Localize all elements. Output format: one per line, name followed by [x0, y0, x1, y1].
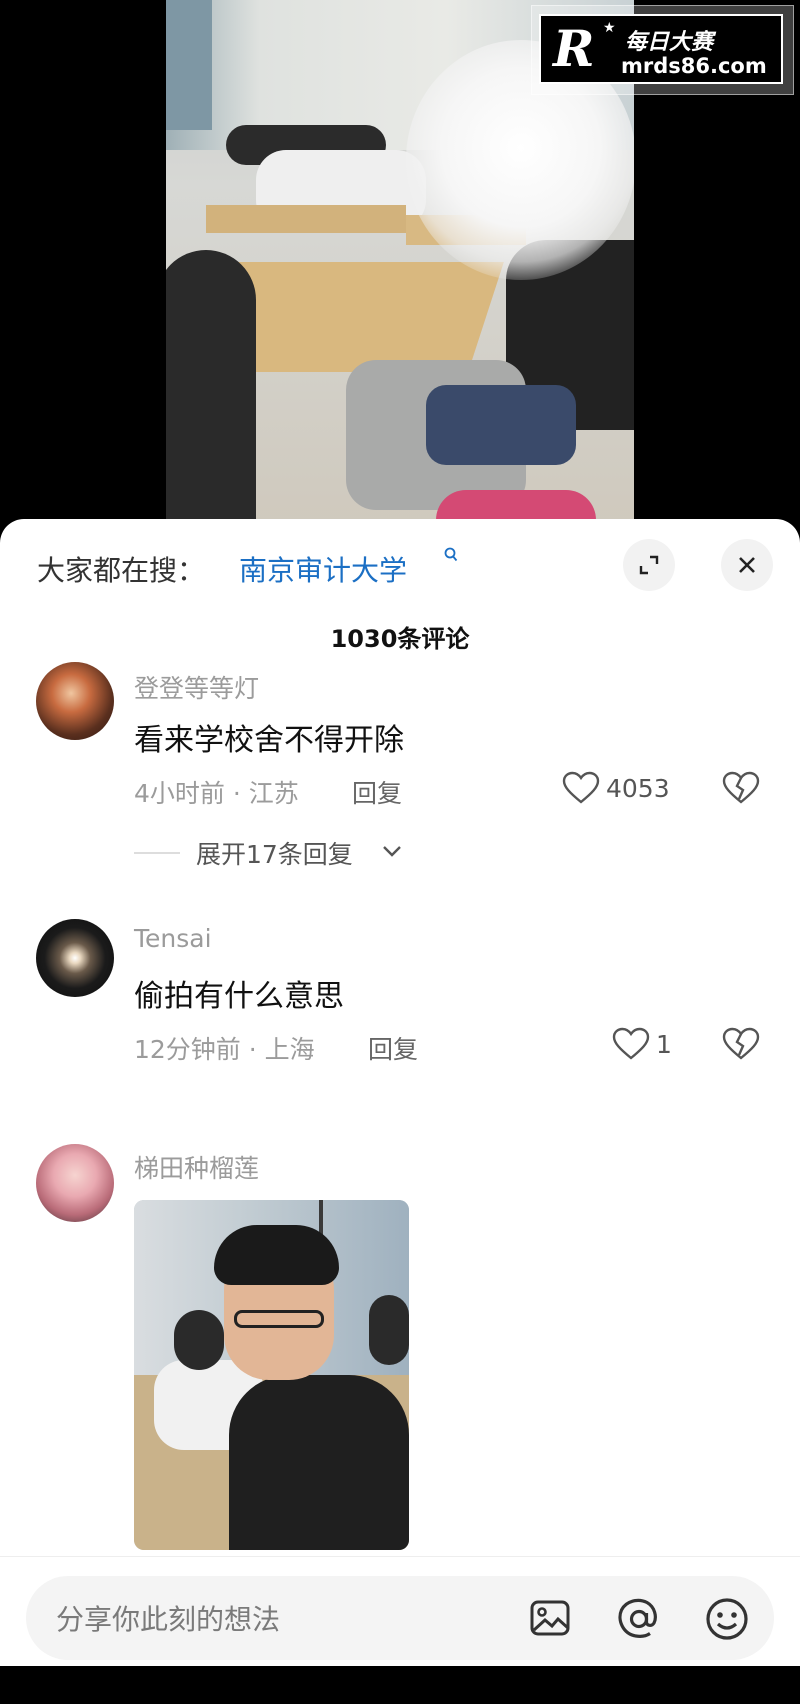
- reply-button[interactable]: 回复: [368, 1030, 418, 1066]
- at-icon[interactable]: [616, 1596, 662, 1642]
- watermark-logo: R: [553, 19, 595, 78]
- comment-text: 看来学校舍不得开除: [134, 723, 404, 758]
- comment-count-title: 1030条评论: [330, 625, 470, 653]
- star-icon: ★: [603, 20, 616, 36]
- image-person-glasses: [234, 1310, 324, 1328]
- comment-text: 偷拍有什么意思: [134, 979, 344, 1014]
- comment-item: 登登等等灯 看来学校舍不得开除 4小时前 · 江苏 回复 4053 展开17条回…: [0, 659, 800, 889]
- comment-item: Tensai 偷拍有什么意思 12分钟前 · 上海 回复 1: [0, 919, 800, 1089]
- trending-search-link[interactable]: 南京审计大学: [239, 549, 407, 589]
- close-icon: [739, 557, 755, 573]
- heart-icon[interactable]: [612, 1027, 650, 1061]
- comment-sheet: 大家都在搜： 南京审计大学 1030条评论 登登等等灯 看来学校舍不得开除 4小…: [0, 519, 800, 1665]
- image-person-shirt: [229, 1375, 409, 1550]
- chevron-down-icon: [383, 846, 401, 857]
- comment-time-location: 4小时前 · 江苏: [134, 779, 299, 808]
- like-count: 1: [656, 1030, 672, 1059]
- comment-input[interactable]: [54, 1576, 488, 1662]
- avatar[interactable]: [36, 662, 114, 740]
- watermark: R ★ 每日大赛 mrds86.com: [531, 5, 794, 95]
- watermark-box: R ★ 每日大赛 mrds86.com: [539, 14, 783, 84]
- comment-image[interactable]: [134, 1200, 409, 1550]
- emoji-icon[interactable]: [704, 1596, 750, 1642]
- close-button[interactable]: [721, 539, 773, 591]
- search-icon[interactable]: [444, 547, 458, 567]
- broken-heart-icon[interactable]: [722, 1027, 760, 1061]
- trending-search-label: 大家都在搜：: [37, 554, 206, 587]
- like-count: 4053: [606, 774, 670, 803]
- expand-replies-button[interactable]: 展开17条回复: [134, 835, 434, 875]
- video-foreground-person: [166, 250, 256, 530]
- comment-username[interactable]: 梯田种榴莲: [134, 1149, 259, 1185]
- watermark-url: mrds86.com: [621, 54, 767, 78]
- image-background-head: [369, 1295, 409, 1365]
- video-player[interactable]: R ★ 每日大赛 mrds86.com: [0, 0, 800, 530]
- avatar[interactable]: [36, 919, 114, 997]
- divider: [134, 852, 180, 854]
- broken-heart-icon[interactable]: [722, 771, 760, 805]
- video-window: [166, 0, 212, 130]
- image-person-hair: [214, 1225, 339, 1285]
- expand-replies-label: 展开17条回复: [196, 840, 353, 869]
- comment-input-container[interactable]: [26, 1576, 774, 1662]
- comment-username[interactable]: 登登等等灯: [134, 669, 259, 705]
- comment-time-location: 12分钟前 · 上海: [134, 1035, 315, 1064]
- watermark-brand: 每日大赛: [625, 30, 714, 55]
- expand-button[interactable]: [623, 539, 675, 591]
- video-desk: [206, 205, 406, 233]
- image-background-head: [174, 1310, 224, 1370]
- expand-icon: [639, 555, 659, 575]
- video-bag: [426, 385, 576, 465]
- comment-input-bar: [0, 1556, 800, 1666]
- avatar[interactable]: [36, 1144, 114, 1222]
- image-icon[interactable]: [528, 1596, 572, 1640]
- reply-button[interactable]: 回复: [352, 774, 402, 810]
- comment-username[interactable]: Tensai: [134, 924, 212, 953]
- heart-icon[interactable]: [562, 771, 600, 805]
